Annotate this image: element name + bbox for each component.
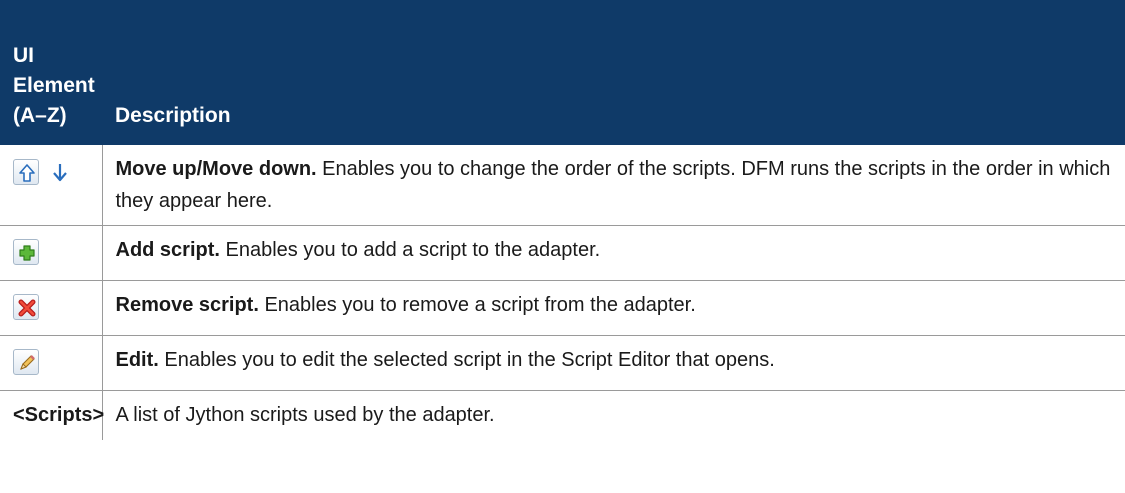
description-text: Enables you to edit the selected script … <box>158 348 775 371</box>
move-up-icon <box>13 158 39 185</box>
header-ui-element: UI Element (A–Z) <box>0 0 102 145</box>
element-cell <box>0 225 103 280</box>
description-cell: Add script. Enables you to add a script … <box>102 225 1125 280</box>
edit-pencil-icon <box>13 349 39 376</box>
add-icon <box>13 239 39 266</box>
element-cell <box>0 280 103 335</box>
term-label: Add script. <box>115 238 220 261</box>
table-row: Edit. Enables you to edit the selected s… <box>0 335 1125 390</box>
table-header-row: UI Element (A–Z) Description <box>0 0 1125 145</box>
header-line: Element <box>13 74 95 97</box>
header-line: UI <box>13 44 34 67</box>
table-row: Add script. Enables you to add a script … <box>0 225 1125 280</box>
scripts-element-label: <Scripts> <box>13 403 105 426</box>
description-text: Enables you to add a script to the adapt… <box>219 238 601 261</box>
element-cell <box>0 335 103 390</box>
ui-element-table: UI Element (A–Z) Description Move up/Mov… <box>0 0 1125 440</box>
table-row: <Scripts> A list of Jython scripts used … <box>0 390 1125 440</box>
header-description: Description <box>102 0 1125 145</box>
description-cell: Edit. Enables you to edit the selected s… <box>102 335 1125 390</box>
description-cell: Move up/Move down. Enables you to change… <box>102 145 1125 225</box>
description-cell: A list of Jython scripts used by the ada… <box>102 390 1125 440</box>
remove-icon <box>13 294 39 321</box>
term-label: Move up/Move down. <box>115 158 317 180</box>
term-label: Edit. <box>115 348 159 371</box>
table-row: Move up/Move down. Enables you to change… <box>0 145 1125 225</box>
header-line: (A–Z) <box>13 104 67 127</box>
term-label: Remove script. <box>115 293 259 316</box>
description-text: A list of Jython scripts used by the ada… <box>115 403 495 426</box>
move-down-icon <box>47 159 73 185</box>
table-row: Remove script. Enables you to remove a s… <box>0 280 1125 335</box>
element-cell <box>0 145 103 225</box>
description-text: Enables you to remove a script from the … <box>258 293 696 316</box>
element-cell: <Scripts> <box>0 390 105 440</box>
description-cell: Remove script. Enables you to remove a s… <box>102 280 1125 335</box>
